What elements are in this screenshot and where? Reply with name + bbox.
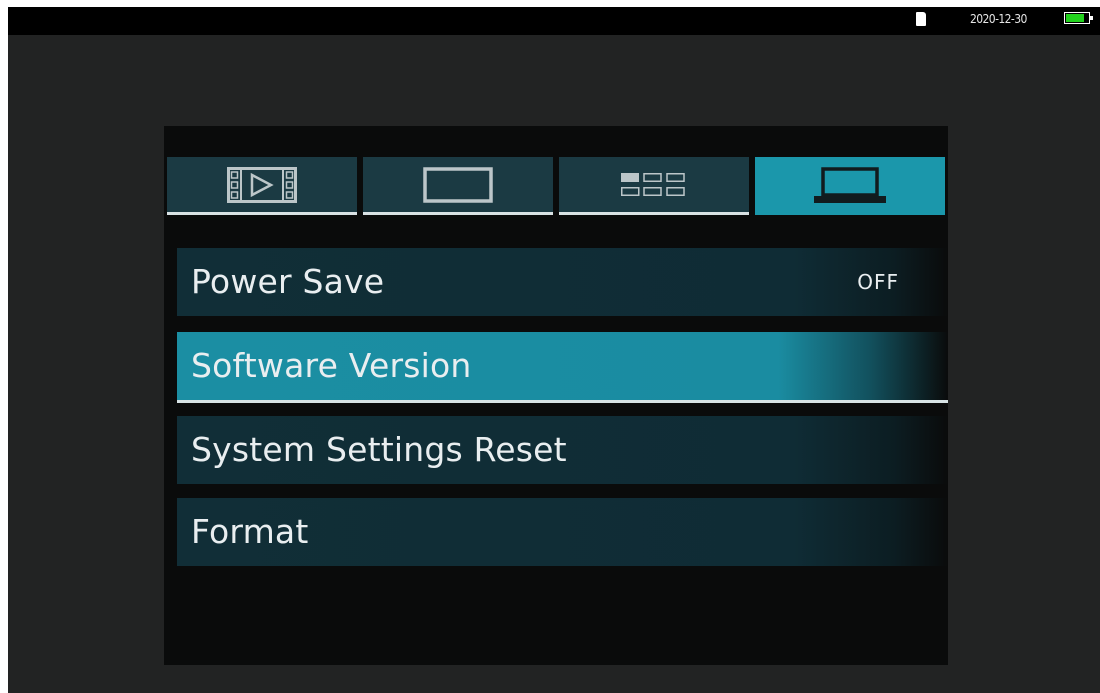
menu-item-label: Format (191, 512, 309, 551)
video-playback-icon (227, 166, 297, 203)
status-date: 2020-12-30 (970, 12, 1027, 26)
tab-playback[interactable] (167, 157, 357, 215)
menu-item-label: Power Save (191, 262, 385, 301)
battery-tip (1090, 16, 1093, 20)
tab-system[interactable] (755, 157, 945, 215)
menu-item-label: System Settings Reset (191, 430, 567, 469)
settings-panel: Power Save OFF Software Version System S… (164, 126, 948, 665)
battery-level-fill (1066, 14, 1084, 22)
laptop-icon (814, 167, 886, 203)
tab-bar (167, 157, 945, 217)
menu-item-format[interactable]: Format (177, 498, 948, 566)
power-save-value: OFF (857, 270, 899, 294)
menu-item-label: Software Version (191, 346, 472, 385)
tab-screen[interactable] (363, 157, 553, 215)
device-screen: 2020-12-30 Power Save OFF Software Versi… (8, 7, 1100, 693)
tab-grid[interactable] (559, 157, 749, 215)
screen-icon (423, 166, 493, 203)
grid-view-icon (621, 172, 685, 196)
battery-icon (1064, 12, 1093, 24)
menu-item-power-save[interactable]: Power Save OFF (177, 248, 948, 316)
sd-card-icon (916, 12, 926, 26)
menu-item-system-settings-reset[interactable]: System Settings Reset (177, 416, 948, 484)
status-bar: 2020-12-30 (8, 7, 1100, 35)
menu-item-software-version[interactable]: Software Version (177, 332, 948, 403)
